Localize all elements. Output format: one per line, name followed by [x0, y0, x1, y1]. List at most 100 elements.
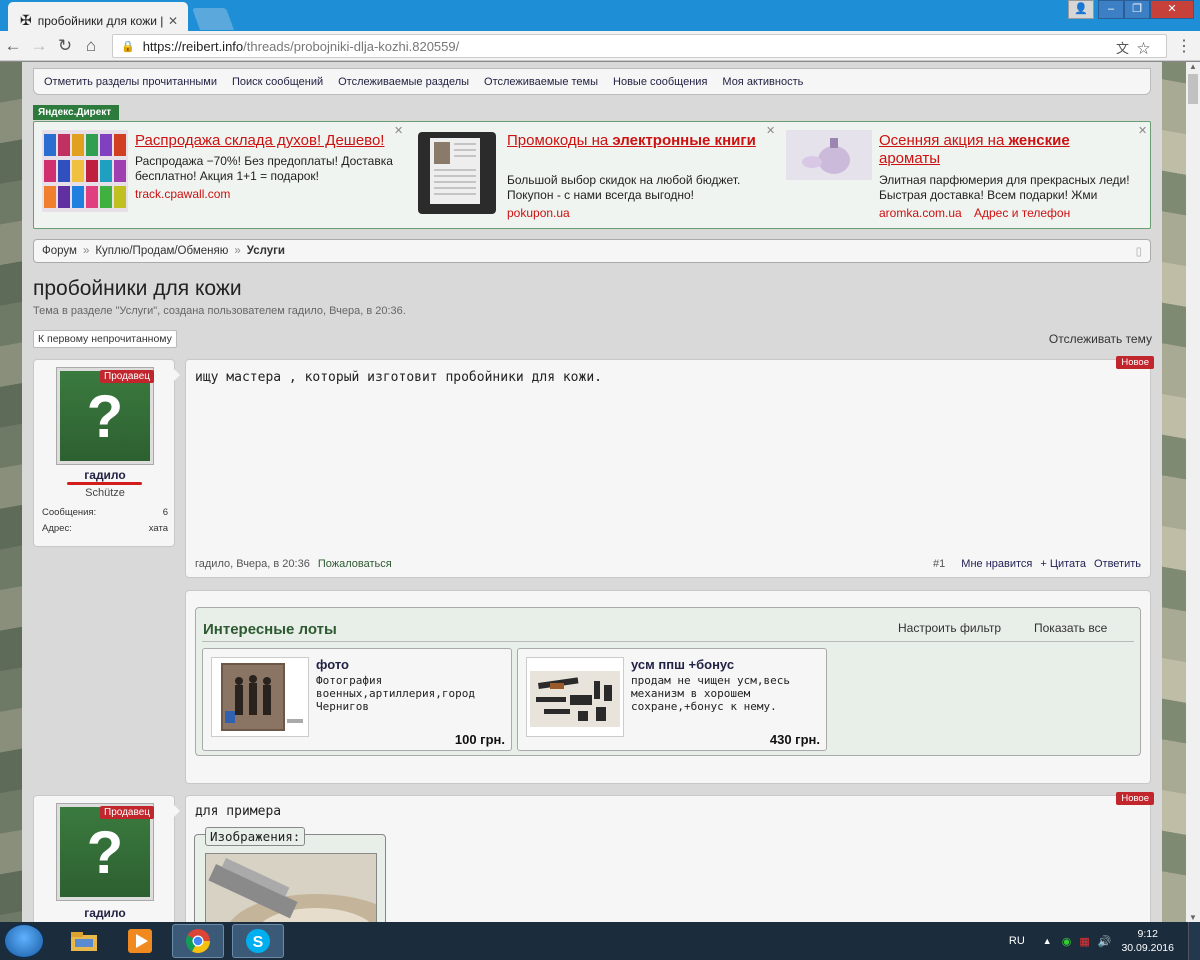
network-icon[interactable]: ▦	[1079, 935, 1089, 948]
show-desktop-button[interactable]	[1188, 922, 1200, 960]
lot-description: продам не чищен усм,весь механизм в хоро…	[631, 674, 790, 713]
translate-star-icons[interactable]: 文☆	[1116, 38, 1158, 57]
breadcrumb-separator: »	[234, 245, 241, 257]
back-icon[interactable]: ←	[0, 36, 26, 56]
ad-3-title[interactable]: Осенняя акция на женские ароматы	[879, 132, 1109, 168]
username[interactable]: гадило	[34, 468, 176, 482]
tray-expand-icon[interactable]: ▲	[1043, 936, 1052, 946]
lots-title: Интересные лоты	[203, 621, 337, 638]
yandex-direct-label[interactable]: Яндекс.Директ	[33, 105, 120, 120]
ad-3-title-bold: женские	[1008, 132, 1070, 149]
home-icon[interactable]: ⌂	[78, 36, 104, 56]
forward-icon[interactable]: →	[26, 36, 52, 56]
ad-2-desc: Большой выбор скидок на любой бюджет. По…	[507, 173, 741, 202]
user-rank: Schütze	[85, 487, 125, 499]
system-tray: RU ▲ ◉ ▦ 🔊 9:12 30.09.2016	[1009, 922, 1200, 960]
post-1: Новое ищу мастера , который изготовит пр…	[185, 356, 1154, 578]
ad-1-title[interactable]: Распродажа склада духов! Дешево!	[135, 132, 384, 150]
first-unread-button[interactable]: К первому непрочитанному	[33, 330, 177, 348]
lot-name[interactable]: фото	[316, 657, 349, 672]
close-window-button[interactable]: ✕	[1150, 0, 1194, 19]
browser-toolbar: ← → ↻ ⌂ 🔒 https://reibert.info/threads/p…	[0, 31, 1200, 61]
seller-badge: Продавец	[100, 370, 154, 383]
ad-3[interactable]: Осенняя акция на женские ароматы Элитная…	[786, 125, 1147, 222]
clock[interactable]: 9:12 30.09.2016	[1121, 927, 1174, 955]
ad-block: Распродажа склада духов! Дешево! Распрод…	[33, 121, 1151, 229]
perfume-bottle-image	[786, 130, 872, 183]
background-right	[1162, 62, 1186, 922]
lot-image[interactable]	[526, 657, 624, 737]
subnav-search[interactable]: Поиск сообщений	[232, 76, 323, 88]
ad-3-title-tail: ароматы	[879, 150, 941, 167]
lot-card[interactable]: фото Фотография военных,артиллерия,город…	[202, 648, 512, 751]
gallery-image[interactable]	[205, 853, 377, 922]
ad-2[interactable]: Промокоды на электронные книги Большой в…	[414, 125, 775, 222]
lot-image[interactable]	[211, 657, 309, 737]
page-scrollbar[interactable]: ▲ ▼	[1186, 62, 1200, 922]
breadcrumb-current[interactable]: Услуги	[247, 245, 285, 257]
filter-settings-link[interactable]: Настроить фильтр	[898, 621, 1001, 635]
post-number[interactable]: #1	[933, 558, 945, 570]
ad-3-close-icon[interactable]: ✕	[1138, 124, 1147, 137]
ad-2-title-bold: электронные книги	[612, 132, 756, 149]
show-all-link[interactable]: Показать все	[1034, 621, 1107, 635]
post-arrow	[172, 367, 180, 383]
ad-1[interactable]: Распродажа склада духов! Дешево! Распрод…	[42, 125, 403, 222]
language-indicator[interactable]: RU	[1009, 935, 1025, 947]
tab-close-icon[interactable]: ✕	[168, 14, 178, 28]
maximize-button[interactable]: ❐	[1124, 0, 1150, 19]
breadcrumb-forum[interactable]: Форум	[42, 245, 77, 257]
lock-icon: 🔒	[121, 40, 135, 53]
quote-link[interactable]: + Цитата	[1040, 558, 1086, 570]
ad-2-close-icon[interactable]: ✕	[766, 124, 775, 137]
address-bar[interactable]: 🔒 https://reibert.info/threads/probojnik…	[112, 34, 1167, 58]
subnav-mark-read[interactable]: Отметить разделы прочитанными	[44, 76, 217, 88]
browser-tab[interactable]: ✠ пробойники для кожи | ✕	[8, 2, 188, 31]
subnav-watched-forums[interactable]: Отслеживаемые разделы	[338, 76, 469, 88]
chrome-icon[interactable]	[172, 924, 224, 958]
tray-app-icon[interactable]: ◉	[1062, 935, 1072, 948]
stat-value: 6	[162, 507, 168, 518]
new-tab-button[interactable]	[191, 8, 235, 30]
scroll-up-icon[interactable]: ▲	[1186, 62, 1200, 71]
background-left	[0, 62, 22, 922]
subnav-my-activity[interactable]: Моя активность	[722, 76, 803, 88]
skype-icon[interactable]: S	[232, 924, 284, 958]
report-link[interactable]: Пожаловаться	[318, 558, 392, 570]
subnav-new-posts[interactable]: Новые сообщения	[613, 76, 707, 88]
ad-3-address-link[interactable]: Адрес и телефон	[974, 206, 1070, 220]
scroll-thumb[interactable]	[1188, 74, 1198, 104]
watch-thread-link[interactable]: Отслеживать тему	[1049, 332, 1152, 346]
ad-2-title[interactable]: Промокоды на электронные книги	[507, 132, 757, 150]
image-gallery: Изображения:	[194, 827, 386, 922]
lot-name[interactable]: усм ппш +бонус	[631, 657, 734, 672]
ad-1-close-icon[interactable]: ✕	[394, 124, 403, 137]
profile-icon[interactable]: 👤	[1068, 0, 1094, 19]
subnav-watched-threads[interactable]: Отслеживаемые темы	[484, 76, 598, 88]
start-button[interactable]	[4, 924, 44, 958]
reload-icon[interactable]: ↻	[52, 36, 78, 56]
ad-3-url[interactable]: aromka.com.ua	[879, 206, 962, 220]
new-badge: Новое	[1116, 792, 1154, 805]
red-underline-annotation	[67, 482, 142, 485]
minimize-button[interactable]: –	[1098, 0, 1124, 19]
media-player-icon[interactable]	[114, 924, 166, 958]
ad-2-url[interactable]: pokupon.ua	[507, 206, 570, 220]
ad-3-desc: Элитная парфюмерия для прекрасных леди! …	[879, 173, 1130, 202]
like-link[interactable]: Мне нравится	[961, 558, 1032, 570]
breadcrumb-marketplace[interactable]: Куплю/Продам/Обменяю	[95, 245, 228, 257]
explorer-icon[interactable]	[58, 924, 110, 958]
site-favicon-icon: ✠	[20, 12, 32, 28]
post-2: Новое для примера Изображения:	[185, 792, 1154, 922]
username[interactable]: гадило	[34, 906, 176, 920]
volume-icon[interactable]: 🔊	[1098, 935, 1112, 948]
ad-1-url[interactable]: track.cpawall.com	[135, 187, 230, 201]
stat-value: хата	[148, 523, 168, 534]
lot-card[interactable]: усм ппш +бонус продам не чищен усм,весь …	[517, 648, 827, 751]
clock-time: 9:12	[1137, 928, 1158, 940]
scroll-down-icon[interactable]: ▼	[1186, 913, 1200, 922]
browser-menu-icon[interactable]: ⋮	[1176, 36, 1192, 56]
page-title: пробойники для кожи	[33, 277, 242, 300]
reply-link[interactable]: Ответить	[1094, 558, 1141, 570]
post-author-time[interactable]: гадило, Вчера, в 20:36	[195, 558, 310, 570]
